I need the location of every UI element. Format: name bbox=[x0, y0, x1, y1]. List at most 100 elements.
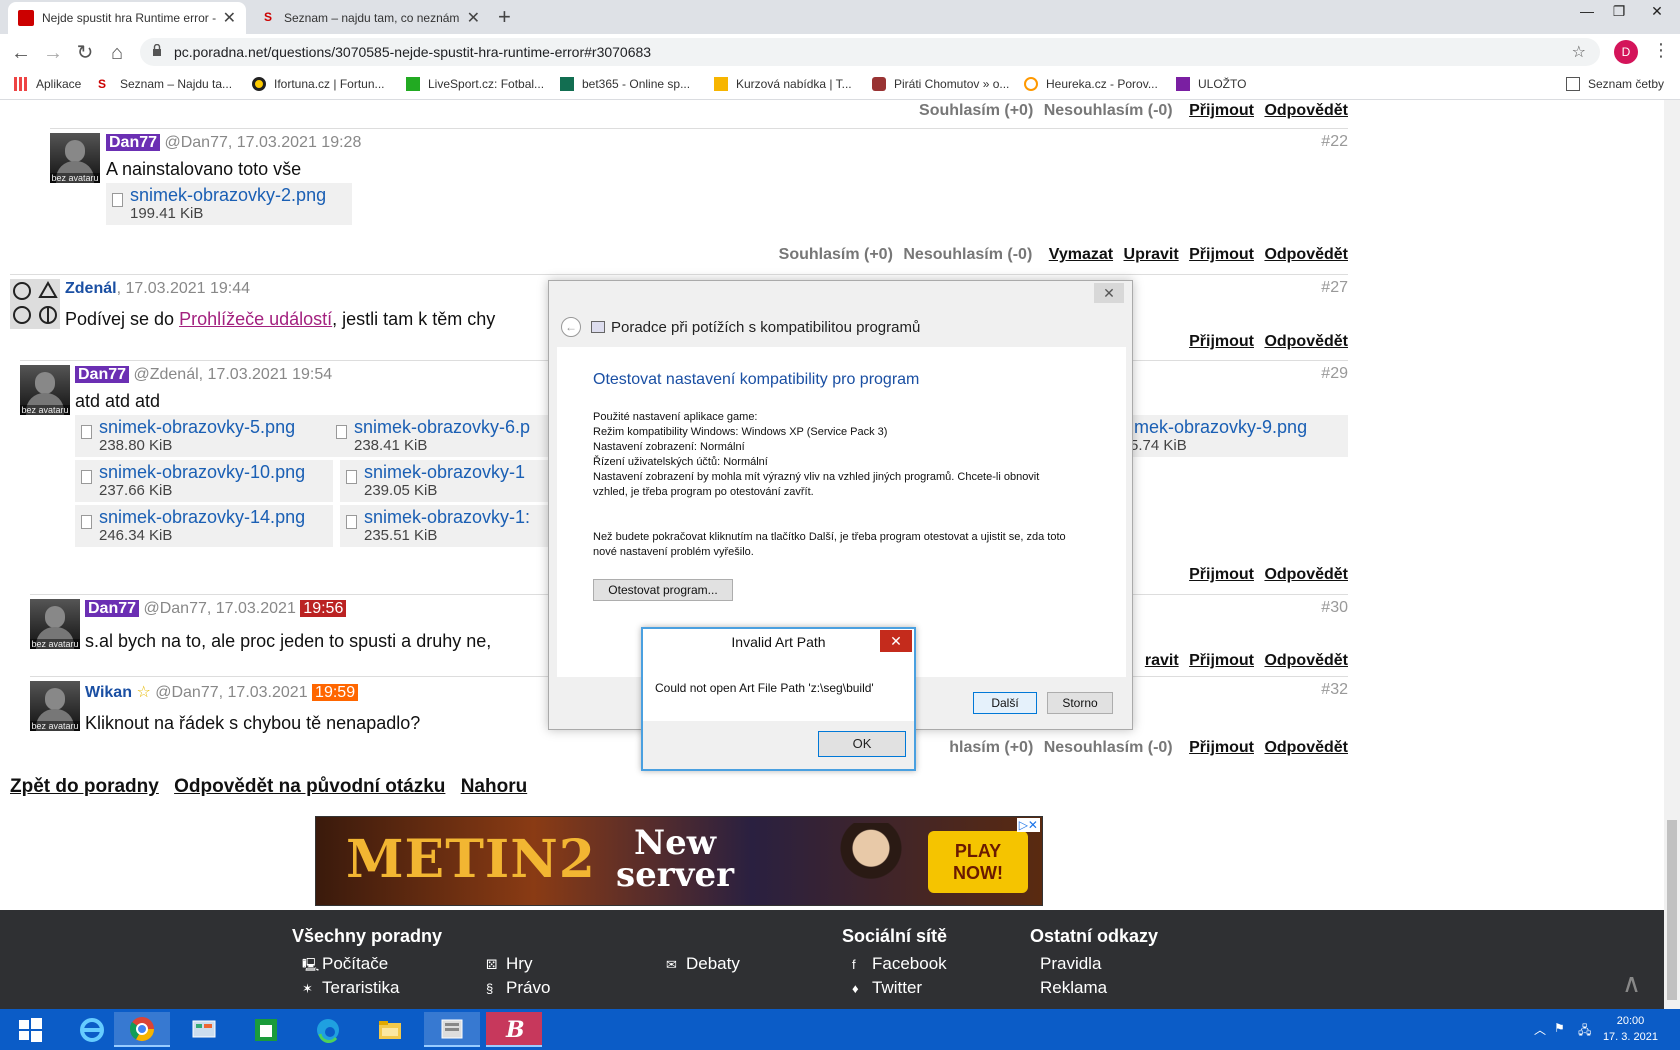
accept-link[interactable]: Přijmout bbox=[1189, 739, 1254, 756]
accept-link[interactable]: Přijmout bbox=[1189, 246, 1254, 263]
reply-link[interactable]: Odpovědět bbox=[1264, 652, 1348, 669]
reply-link[interactable]: Odpovědět bbox=[1264, 739, 1348, 756]
disagree-button[interactable]: Nesouhlasím (-0) bbox=[903, 246, 1032, 263]
attachment[interactable]: snimek-obrazovky-1 239.05 KiB bbox=[340, 460, 548, 502]
tab-runtime-error[interactable]: Nejde spustit hra Runtime error - ✕ bbox=[8, 2, 246, 34]
accept-link[interactable]: Přijmout bbox=[1189, 102, 1254, 119]
edit-link[interactable]: ravit bbox=[1145, 652, 1179, 669]
username[interactable]: Dan77 bbox=[106, 134, 161, 151]
post-number[interactable]: #29 bbox=[1321, 365, 1348, 383]
system-clock[interactable]: 20:00 17. 3. 2021 bbox=[1603, 1013, 1658, 1045]
event-viewer-link[interactable]: Prohlížeče událostí bbox=[179, 309, 332, 329]
scroll-top-link[interactable]: Nahoru bbox=[461, 776, 528, 797]
footer-link[interactable]: ✶ Teraristika bbox=[302, 978, 399, 998]
test-program-button[interactable]: Otestovat program... bbox=[593, 579, 733, 601]
bookmark-pirati[interactable]: Piráti Chomutov » o... bbox=[872, 77, 1009, 91]
menu-icon[interactable]: ⋮ bbox=[1652, 40, 1670, 61]
flag-icon[interactable]: ⚑ bbox=[1554, 1021, 1565, 1035]
close-icon[interactable]: ✕ bbox=[880, 630, 912, 652]
bookmark-ifortuna[interactable]: Ifortuna.cz | Fortun... bbox=[252, 77, 385, 91]
agree-button[interactable]: Souhlasím (+0) bbox=[779, 246, 893, 263]
close-tab-icon[interactable]: ✕ bbox=[467, 8, 480, 28]
tray-overflow-icon[interactable]: ︿ bbox=[1534, 1021, 1546, 1038]
accept-link[interactable]: Přijmout bbox=[1189, 652, 1254, 669]
username[interactable]: Dan77 bbox=[85, 600, 140, 617]
bookmark-seznam[interactable]: S Seznam – Najdu ta... bbox=[98, 77, 232, 91]
reload-icon[interactable]: ↻ bbox=[72, 40, 98, 66]
bookmark-ulozto[interactable]: ULOŽTO bbox=[1176, 77, 1246, 91]
ad-close-icon[interactable]: ▷✕ bbox=[1016, 818, 1040, 832]
taskbar-file-explorer[interactable] bbox=[362, 1012, 418, 1047]
taskbar-internet-explorer[interactable] bbox=[64, 1012, 120, 1047]
footer-link[interactable]: 🖳 Počítače bbox=[302, 954, 388, 978]
reply-link[interactable]: Odpovědět bbox=[1264, 566, 1348, 583]
bookmark-bet365[interactable]: bet365 - Online sp... bbox=[560, 77, 690, 91]
accept-link[interactable]: Přijmout bbox=[1189, 566, 1254, 583]
taskbar-store[interactable] bbox=[238, 1012, 294, 1047]
address-bar[interactable]: pc.poradna.net/questions/3070585-nejde-s… bbox=[140, 38, 1600, 66]
bookmark-reading-list[interactable]: Seznam četby bbox=[1566, 77, 1664, 91]
bookmark-heureka[interactable]: Heureka.cz - Porov... bbox=[1024, 77, 1158, 91]
reply-link[interactable]: Odpovědět bbox=[1264, 333, 1348, 350]
home-icon[interactable]: ⌂ bbox=[104, 40, 130, 66]
agree-button[interactable]: Souhlasím (+0) bbox=[919, 102, 1033, 119]
disagree-button[interactable]: Nesouhlasím (-0) bbox=[1044, 102, 1173, 119]
attachment[interactable]: snimek-obrazovky-10.png 237.66 KiB bbox=[75, 460, 333, 502]
back-icon[interactable]: ← bbox=[8, 40, 34, 66]
post-number[interactable]: #30 bbox=[1321, 599, 1348, 617]
username[interactable]: Wikan bbox=[85, 684, 132, 701]
attachment[interactable]: snimek-obrazovky-2.png 199.41 KiB bbox=[106, 183, 352, 225]
ad-banner[interactable]: METIN2 New server PLAY NOW! ▷✕ bbox=[315, 816, 1043, 906]
delete-link[interactable]: Vymazat bbox=[1049, 246, 1113, 263]
start-button[interactable] bbox=[2, 1012, 58, 1047]
footer-link[interactable]: Reklama bbox=[1040, 978, 1107, 998]
close-icon[interactable]: ✕ bbox=[1094, 283, 1124, 303]
taskbar-chrome[interactable] bbox=[114, 1012, 170, 1047]
username[interactable]: Dan77 bbox=[75, 366, 130, 383]
taskbar-edge[interactable] bbox=[300, 1012, 356, 1047]
post-number[interactable]: #27 bbox=[1321, 279, 1348, 297]
post-number[interactable]: #32 bbox=[1321, 681, 1348, 699]
footer-link[interactable]: f Facebook bbox=[852, 954, 947, 974]
reply-original-link[interactable]: Odpovědět na původní otázku bbox=[174, 776, 445, 797]
tab-seznam[interactable]: S Seznam – najdu tam, co neznám ✕ bbox=[250, 2, 490, 34]
footer-link[interactable]: § Právo bbox=[486, 978, 550, 998]
page-scrollbar[interactable] bbox=[1664, 100, 1680, 1009]
scrollbar-thumb[interactable] bbox=[1667, 820, 1677, 1000]
reply-link[interactable]: Odpovědět bbox=[1264, 102, 1348, 119]
taskbar-troubleshooter[interactable] bbox=[424, 1012, 480, 1047]
edit-link[interactable]: Upravit bbox=[1124, 246, 1179, 263]
attachment[interactable]: snimek-obrazovky-5.png 238.80 KiB bbox=[75, 415, 333, 457]
attachment[interactable]: imek-obrazovky-9.png 5.74 KiB bbox=[1124, 415, 1348, 457]
footer-link[interactable]: Pravidla bbox=[1040, 954, 1101, 974]
forward-icon[interactable]: → bbox=[40, 40, 66, 66]
close-window-icon[interactable]: ✕ bbox=[1634, 0, 1680, 30]
new-tab-button[interactable]: + bbox=[498, 4, 511, 30]
close-tab-icon[interactable]: ✕ bbox=[223, 8, 236, 28]
next-button[interactable]: Další bbox=[973, 692, 1037, 714]
bookmark-star-icon[interactable]: ☆ bbox=[1572, 42, 1586, 62]
bookmark-apps[interactable]: Aplikace bbox=[14, 77, 81, 91]
footer-link[interactable]: ✉ Debaty bbox=[666, 954, 740, 974]
ad-play-button[interactable]: PLAY NOW! bbox=[928, 831, 1028, 893]
bookmark-livesport[interactable]: LiveSport.cz: Fotbal... bbox=[406, 77, 544, 91]
attachment[interactable]: snimek-obrazovky-1: 235.51 KiB bbox=[340, 505, 548, 547]
accept-link[interactable]: Přijmout bbox=[1189, 333, 1254, 350]
ok-button[interactable]: OK bbox=[818, 731, 906, 757]
agree-button[interactable]: hlasím (+0) bbox=[949, 739, 1033, 756]
attachment[interactable]: snimek-obrazovky-6.p 238.41 KiB bbox=[330, 415, 548, 457]
cancel-button[interactable]: Storno bbox=[1047, 692, 1113, 714]
back-to-forum-link[interactable]: Zpět do poradny bbox=[10, 776, 159, 797]
back-arrow-icon[interactable]: ← bbox=[561, 317, 581, 337]
profile-avatar[interactable]: D bbox=[1614, 40, 1638, 64]
network-icon[interactable]: 🖧 bbox=[1578, 1021, 1591, 1042]
taskbar-game-app[interactable]: B bbox=[486, 1012, 542, 1047]
footer-link[interactable]: ⚄ Hry bbox=[486, 954, 532, 974]
footer-link[interactable]: ♦ Twitter bbox=[852, 978, 922, 998]
username[interactable]: Zdenál bbox=[65, 280, 117, 297]
scroll-up-icon[interactable]: ∧ bbox=[1622, 968, 1641, 999]
bookmark-kurzova[interactable]: Kurzová nabídka | T... bbox=[714, 77, 852, 91]
post-number[interactable]: #22 bbox=[1321, 133, 1348, 151]
taskbar-control-panel[interactable] bbox=[176, 1012, 232, 1047]
disagree-button[interactable]: Nesouhlasím (-0) bbox=[1044, 739, 1173, 756]
